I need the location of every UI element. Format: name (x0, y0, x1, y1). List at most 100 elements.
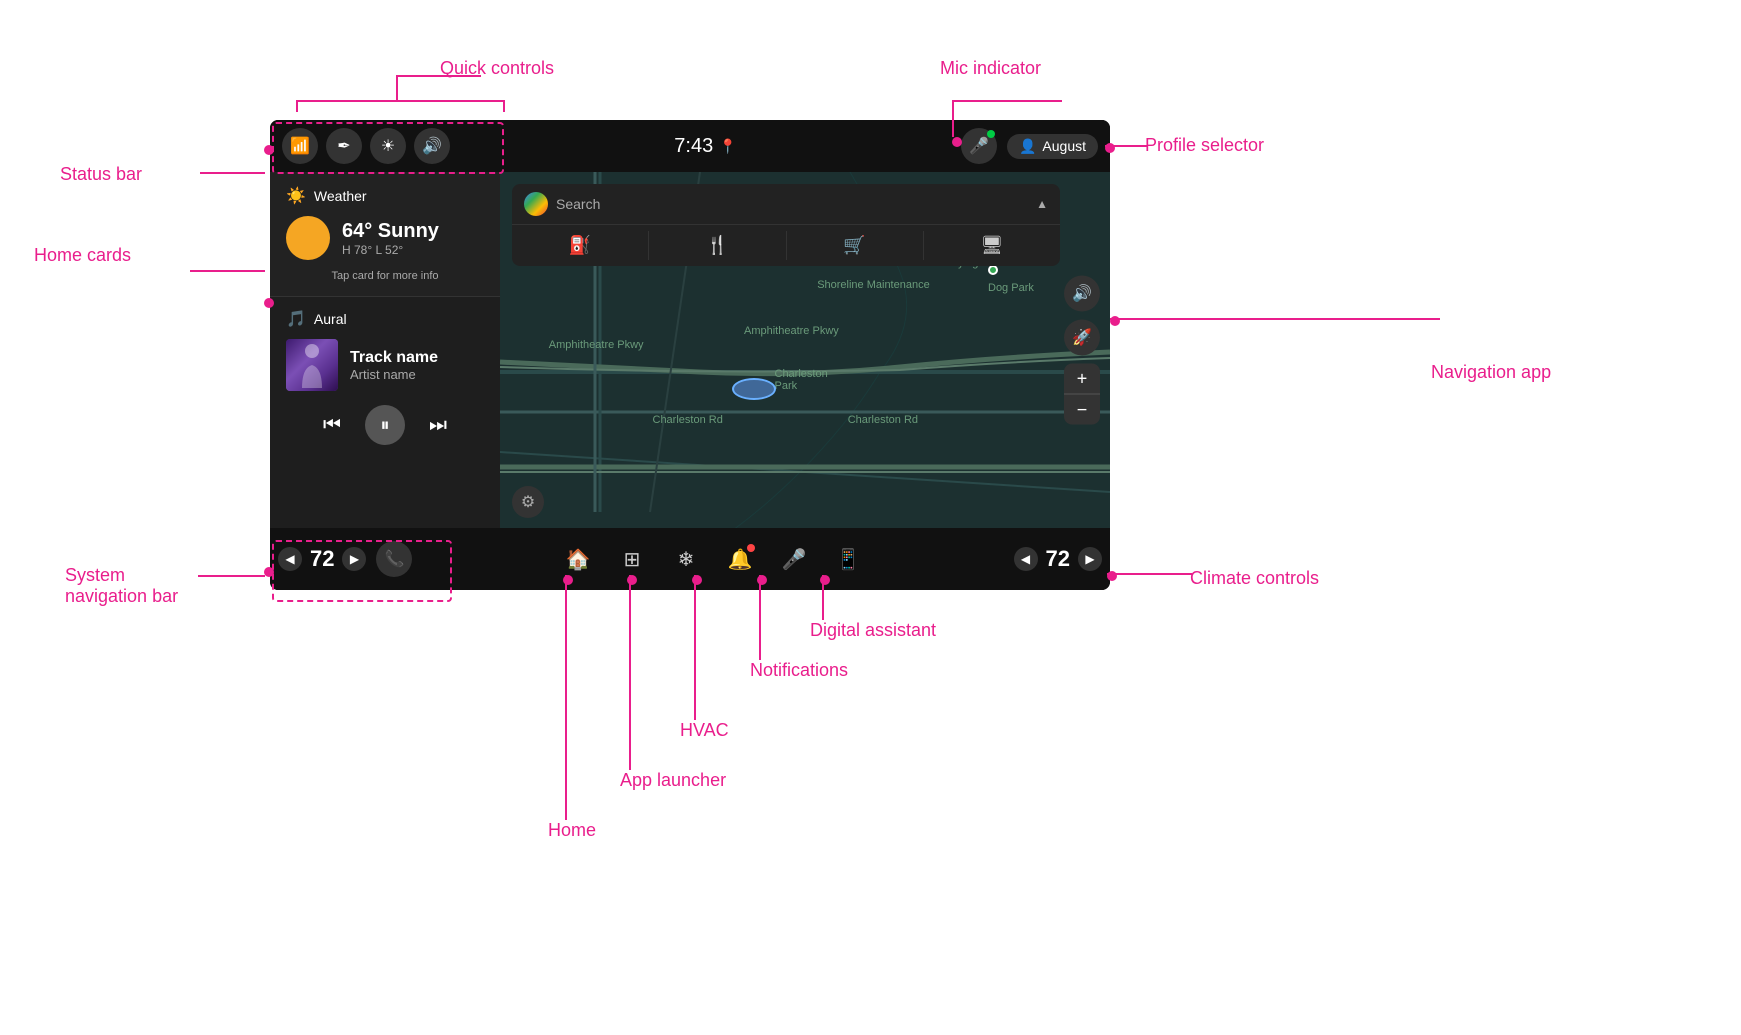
home-cards-line (190, 270, 265, 272)
map-label-dog-park: Dog Park (988, 282, 1034, 294)
app-launcher-button[interactable]: ⊞ (614, 541, 650, 577)
annotation-quick-controls: Quick controls (440, 58, 554, 79)
weather-sun-icon: ☀️ (286, 186, 306, 206)
annotation-system-nav: Systemnavigation bar (65, 565, 178, 607)
nav-bar-dot (264, 567, 274, 577)
status-bar-left: 📶 ✒ ☀ 🔊 (282, 128, 450, 164)
hvac-dot (692, 575, 702, 585)
artist-name: Artist name (350, 367, 484, 382)
bracket-left (296, 100, 298, 112)
music-card[interactable]: 🎵 Aural Track name (270, 297, 500, 528)
annotation-hvac: HVAC (680, 720, 729, 741)
annotation-climate-controls: Climate controls (1190, 568, 1319, 589)
mic-button[interactable]: 🎤 (961, 128, 997, 164)
annotation-mic-indicator: Mic indicator (940, 58, 1041, 79)
next-track-button[interactable]: ⏭ (429, 414, 447, 437)
climate-dot (1107, 571, 1117, 581)
map-label-charleston-rd-2: Charleston Rd (848, 414, 918, 426)
temp-value-right: 72 (1042, 546, 1074, 572)
volume-control-button[interactable]: 🔊 (1064, 276, 1100, 312)
notif-dot (757, 575, 767, 585)
sidebar: ☀️ Weather 64° Sunny H 78° L 52° Tap car… (270, 172, 500, 528)
hvac-button[interactable]: ❄ (668, 541, 704, 577)
prev-track-button[interactable]: ⏮ (323, 414, 341, 437)
pause-button[interactable]: ⏸ (365, 405, 405, 445)
annotation-home-cards: Home cards (34, 245, 131, 266)
annotation-status-bar: Status bar (60, 164, 142, 185)
hands-free-button[interactable]: 📱 (830, 541, 866, 577)
signal-icon[interactable]: ✒ (326, 128, 362, 164)
music-app-name: Aural (314, 311, 347, 327)
status-bar: 📶 ✒ ☀ 🔊 7:43 📍 🎤 👤 August (270, 120, 1110, 172)
zoom-in-button[interactable]: + (1064, 364, 1100, 394)
mic-label-line (952, 100, 1062, 102)
digital-assistant-button[interactable]: 🎤 (776, 541, 812, 577)
climate-left: ◀ 72 ▶ 📞 (278, 541, 412, 577)
map-label-amphi-2: Amphitheatre Pkwy (744, 325, 839, 337)
annotation-home: Home (548, 820, 596, 841)
music-app-icon: 🎵 (286, 309, 306, 329)
main-content: ☀️ Weather 64° Sunny H 78° L 52° Tap car… (270, 172, 1110, 528)
profile-selector-button[interactable]: 👤 August (1007, 134, 1098, 159)
music-controls: ⏮ ⏸ ⏭ (286, 405, 484, 445)
bluetooth-icon[interactable]: 📶 (282, 128, 318, 164)
gas-station-button[interactable]: ⛽ (512, 231, 649, 260)
temp-increase-left[interactable]: ▶ (342, 547, 366, 571)
track-art (286, 339, 338, 391)
map-pin-2 (988, 265, 998, 275)
display-button[interactable]: 🖥 (924, 231, 1060, 260)
map-label-shoreline: Shoreline Maintenance (817, 279, 930, 291)
notifications-button[interactable]: 🔔 (722, 541, 758, 577)
nav-bar-line (198, 575, 265, 577)
profile-name: August (1042, 138, 1086, 154)
map-label-charleston-park: CharlestonPark (775, 368, 828, 392)
brightness-icon[interactable]: ☀ (370, 128, 406, 164)
zoom-out-button[interactable]: − (1064, 395, 1100, 425)
restaurant-button[interactable]: 🍴 (649, 231, 786, 260)
track-info: Track name Artist name (350, 349, 484, 382)
temp-decrease-left[interactable]: ◀ (278, 547, 302, 571)
home-cards-dot (264, 298, 274, 308)
home-button[interactable]: 🏠 (560, 541, 596, 577)
map-label-amphi-1: Amphitheatre Pkwy (549, 339, 644, 351)
map-search-bar[interactable]: Search ▲ ⛽ 🍴 🛒 🖥 (512, 184, 1060, 266)
weather-header: ☀️ Weather (286, 186, 484, 206)
map-right-controls: 🔊 🚀 + − (1064, 276, 1100, 425)
annotation-digital-assistant: Digital assistant (810, 620, 936, 641)
volume-icon[interactable]: 🔊 (414, 128, 450, 164)
nav-center-buttons: 🏠 ⊞ ❄ 🔔 🎤 📱 (412, 541, 1013, 577)
map-search-text: Search (556, 196, 1028, 212)
profile-icon: 👤 (1019, 138, 1036, 155)
car-ui: 📶 ✒ ☀ 🔊 7:43 📍 🎤 👤 August (270, 120, 1110, 590)
annotation-navigation-app: Navigation app (1431, 362, 1551, 383)
profile-dot (1105, 143, 1115, 153)
weather-tap-hint: Tap card for more info (286, 270, 484, 282)
mic-active-dot (987, 130, 995, 138)
nav-app-dot (1110, 316, 1120, 326)
navigation-button[interactable]: 🚀 (1064, 320, 1100, 356)
weather-info: 64° Sunny H 78° L 52° (342, 220, 439, 257)
home-dot (563, 575, 573, 585)
status-bar-line (200, 172, 265, 174)
phone-button[interactable]: 📞 (376, 541, 412, 577)
track-row: Track name Artist name (286, 339, 484, 391)
annotation-app-launcher: App launcher (620, 770, 726, 791)
temp-value-left: 72 (306, 546, 338, 572)
weather-card[interactable]: ☀️ Weather 64° Sunny H 78° L 52° Tap car… (270, 172, 500, 297)
map-search-top[interactable]: Search ▲ (512, 184, 1060, 224)
status-bar-dot (264, 145, 274, 155)
nav-app-line (1110, 318, 1440, 320)
bracket-top (296, 100, 504, 102)
notification-badge (747, 544, 755, 552)
status-bar-right: 🎤 👤 August (961, 128, 1098, 164)
map-area[interactable]: Shoreline Maintenance Kite Lot 🏷 Kite Fl… (500, 172, 1110, 528)
annotation-notifications: Notifications (750, 660, 848, 681)
annotation-profile-selector: Profile selector (1145, 135, 1264, 156)
bracket-center-line (396, 75, 398, 100)
shopping-button[interactable]: 🛒 (787, 231, 924, 260)
temp-decrease-right[interactable]: ◀ (1014, 547, 1038, 571)
home-vert-line (565, 575, 567, 820)
map-search-chevron: ▲ (1036, 197, 1048, 211)
temp-increase-right[interactable]: ▶ (1078, 547, 1102, 571)
map-settings-button[interactable]: ⚙ (512, 486, 544, 518)
